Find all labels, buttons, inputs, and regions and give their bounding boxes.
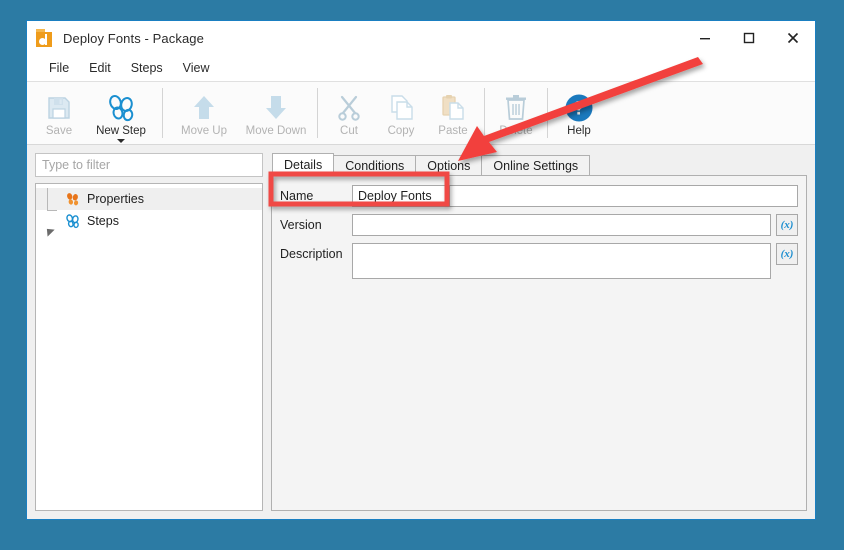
- title-bar: Deploy Fonts - Package: [27, 21, 815, 55]
- name-label: Name: [280, 185, 352, 203]
- tab-details[interactable]: Details: [272, 153, 334, 176]
- version-variable-button[interactable]: (x): [776, 214, 798, 236]
- right-panel: Details Conditions Options Online Settin…: [271, 153, 807, 511]
- copy-button[interactable]: Copy: [375, 82, 427, 144]
- tab-conditions[interactable]: Conditions: [333, 155, 416, 176]
- new-step-label: New Step: [96, 125, 146, 137]
- save-button[interactable]: Save: [33, 82, 85, 144]
- details-tab-panel: Name Version (x) Description (x): [271, 175, 807, 511]
- left-panel: Properties Steps: [35, 153, 263, 511]
- tree-item-properties[interactable]: Properties: [36, 188, 262, 210]
- minimize-button[interactable]: [683, 23, 727, 53]
- trash-can-icon: [504, 92, 528, 124]
- window-controls: [683, 21, 815, 55]
- version-field-row: Version (x): [280, 214, 798, 236]
- menu-item-edit[interactable]: Edit: [79, 58, 121, 78]
- description-variable-button[interactable]: (x): [776, 243, 798, 265]
- filter-input[interactable]: [35, 153, 263, 177]
- toolbar-separator: [317, 88, 318, 138]
- description-textarea[interactable]: [352, 243, 771, 279]
- name-field-row: Name: [280, 185, 798, 207]
- floppy-disk-icon: [45, 92, 73, 124]
- main-content: Properties Steps: [27, 145, 815, 519]
- menu-item-steps[interactable]: Steps: [121, 58, 173, 78]
- version-input[interactable]: [352, 214, 771, 236]
- maximize-button[interactable]: [727, 23, 771, 53]
- delete-button[interactable]: Delete: [490, 82, 542, 144]
- menu-item-view[interactable]: View: [173, 58, 220, 78]
- copy-pages-icon: [388, 92, 414, 124]
- delete-label: Delete: [499, 125, 532, 137]
- window-title: Deploy Fonts - Package: [63, 31, 204, 46]
- tab-options[interactable]: Options: [415, 155, 482, 176]
- tab-online-settings[interactable]: Online Settings: [481, 155, 590, 176]
- minimize-icon: [699, 32, 711, 44]
- question-mark-circle-icon: ?: [564, 92, 594, 124]
- arrow-down-icon: [263, 92, 289, 124]
- package-document-icon: [35, 29, 53, 47]
- toolbar-separator: [547, 88, 548, 138]
- tree-item-label: Properties: [87, 192, 144, 206]
- cut-button[interactable]: Cut: [323, 82, 375, 144]
- application-window: Deploy Fonts - Package File Edit Steps: [26, 20, 816, 520]
- help-label: Help: [567, 125, 591, 137]
- footprints-icon: [106, 92, 136, 124]
- close-button[interactable]: [771, 23, 815, 53]
- toolbar-separator: [162, 88, 163, 138]
- clipboard-paste-icon: [440, 92, 466, 124]
- paste-label: Paste: [438, 125, 467, 137]
- version-label: Version: [280, 214, 352, 232]
- cut-label: Cut: [340, 125, 358, 137]
- name-input[interactable]: [352, 185, 450, 207]
- move-up-label: Move Up: [181, 125, 227, 137]
- move-down-button[interactable]: Move Down: [240, 82, 312, 144]
- help-button[interactable]: ? Help: [553, 82, 605, 144]
- menu-item-file[interactable]: File: [39, 58, 79, 78]
- move-down-label: Move Down: [246, 125, 307, 137]
- orange-footprints-icon: [62, 192, 82, 207]
- close-icon: [787, 32, 799, 44]
- arrow-up-icon: [191, 92, 217, 124]
- paste-button[interactable]: Paste: [427, 82, 479, 144]
- package-tree[interactable]: Properties Steps: [35, 183, 263, 511]
- toolbar: Save New Step Move Up: [27, 82, 815, 145]
- toolbar-separator: [484, 88, 485, 138]
- menu-bar: File Edit Steps View: [27, 55, 815, 82]
- scissors-icon: [336, 92, 362, 124]
- tab-strip: Details Conditions Options Online Settin…: [271, 153, 807, 176]
- save-label: Save: [46, 125, 72, 137]
- triangle-collapse-icon: [43, 225, 54, 236]
- maximize-icon: [743, 32, 755, 44]
- tree-item-steps[interactable]: Steps: [36, 210, 262, 232]
- move-up-button[interactable]: Move Up: [168, 82, 240, 144]
- new-step-button[interactable]: New Step: [85, 82, 157, 144]
- blue-footprints-icon: [62, 214, 82, 229]
- name-field-extension[interactable]: [450, 185, 798, 207]
- tree-item-label: Steps: [87, 214, 119, 228]
- description-label: Description: [280, 243, 352, 261]
- copy-label: Copy: [388, 125, 415, 137]
- description-field-row: Description (x): [280, 243, 798, 501]
- chevron-down-icon[interactable]: [117, 139, 125, 143]
- svg-text:?: ?: [573, 98, 585, 119]
